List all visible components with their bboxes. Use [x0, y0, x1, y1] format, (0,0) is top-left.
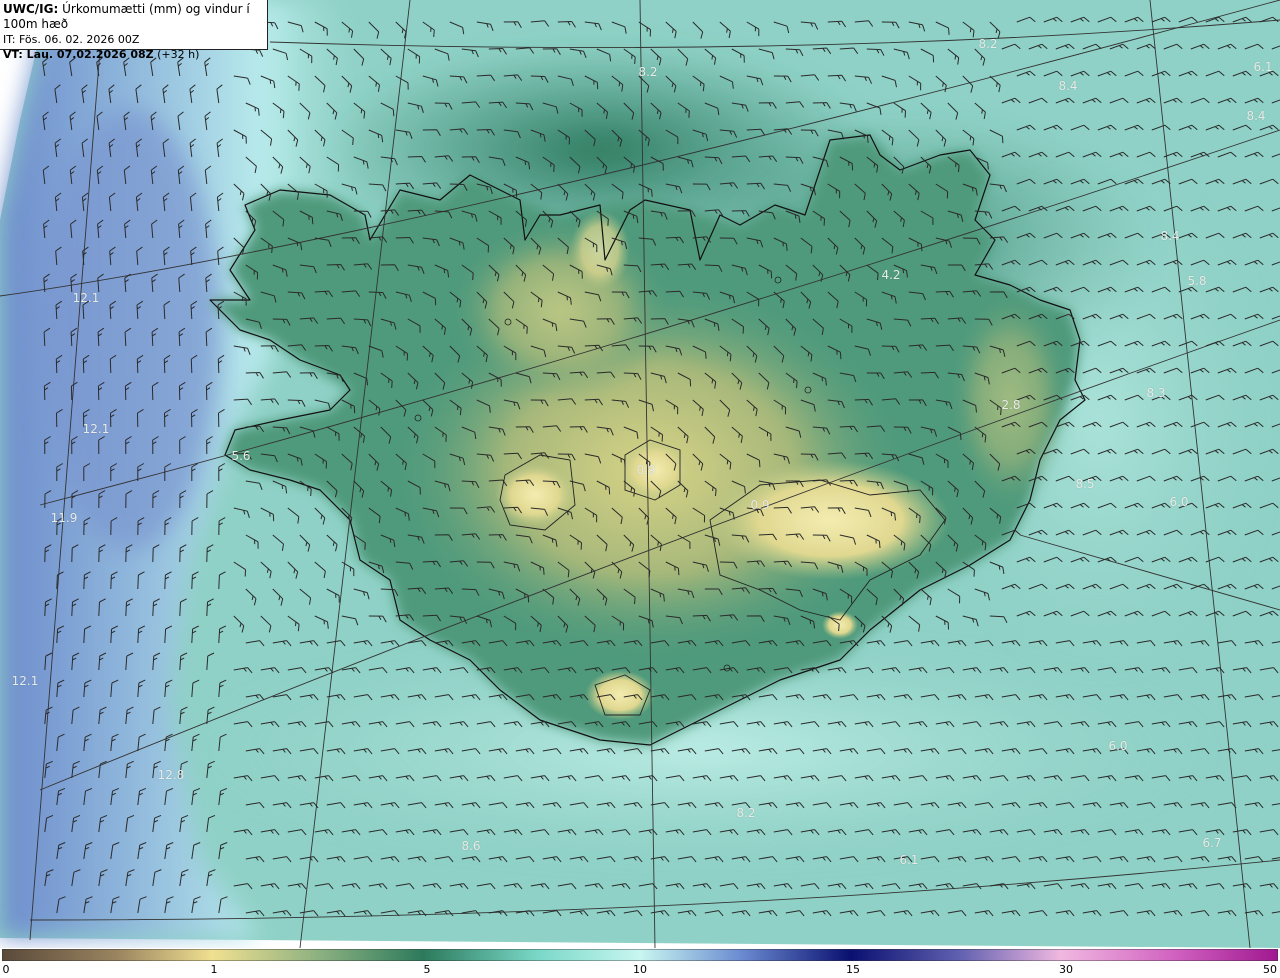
colorbar-gradient	[2, 949, 1278, 961]
product-title: UWC/IG: Úrkomumætti (mm) og vindur í 100…	[3, 2, 264, 32]
value-label: 8.6	[461, 839, 481, 853]
value-label: 12.1	[11, 674, 39, 688]
value-label: 12.8	[157, 768, 185, 782]
value-label: 6.0	[1169, 495, 1189, 509]
forecast-info-box: UWC/IG: Úrkomumætti (mm) og vindur í 100…	[0, 0, 268, 61]
colorbar-tick: 15	[846, 963, 860, 976]
lead-time: (+32 h)	[153, 48, 200, 61]
value-label: 6.1	[1253, 60, 1273, 74]
value-label: 6.7	[1202, 836, 1222, 850]
north-highlands	[450, 220, 670, 400]
value-label: 12.1	[82, 422, 110, 436]
value-label: 8.2	[736, 806, 756, 820]
product-prefix: UWC/IG:	[3, 2, 59, 16]
value-label: 12.1	[72, 291, 100, 305]
value-label: 6.1	[899, 853, 919, 867]
value-label: 0.9	[750, 498, 770, 512]
vatnajokull-glacier	[710, 460, 950, 580]
value-label: 6.0	[1108, 739, 1128, 753]
myrdalsjokull-glacier	[585, 670, 655, 720]
colorbar-tick: 10	[633, 963, 647, 976]
colorbar-tick: 50	[1263, 963, 1277, 976]
value-label: 4.2	[881, 268, 901, 282]
value-label: 8.2	[638, 65, 658, 79]
value-label: 5.6	[231, 449, 251, 463]
value-label: 0.9	[636, 463, 656, 477]
init-time: IT: Fös. 06. 02. 2026 00Z	[3, 33, 140, 46]
colorbar-tick: 5	[423, 963, 431, 976]
value-label: 5.8	[1187, 274, 1207, 288]
forecast-map: 8.2 8.2 6.1 8.4 8.4 12.1 4.2 5.8 8.4 12.…	[0, 0, 1280, 948]
colorbar-tick: 30	[1059, 963, 1073, 976]
blue-area	[40, 110, 220, 550]
valid-time: VT: Lau. 07.02.2026 08Z (+32 h)	[3, 47, 264, 62]
oraefajokull-glacier	[822, 611, 858, 639]
north-peaks	[570, 210, 630, 290]
value-label: 8.5	[1075, 477, 1095, 491]
value-label: 8.2	[978, 37, 998, 51]
colorbar-tick: 1	[210, 963, 218, 976]
value-label: 8.4	[1058, 79, 1078, 93]
value-label: 11.9	[50, 511, 78, 525]
valid-time-main: VT: Lau. 07.02.2026 08Z	[3, 48, 154, 61]
colorbar-tick: 0	[2, 963, 10, 976]
colorbar: 0 1 5 10 15 30 50	[0, 948, 1280, 978]
value-label: 8.4	[1160, 229, 1180, 243]
value-label: 8.3	[1146, 386, 1166, 400]
value-label: 2.8	[1001, 398, 1021, 412]
value-label: 8.4	[1246, 109, 1266, 123]
